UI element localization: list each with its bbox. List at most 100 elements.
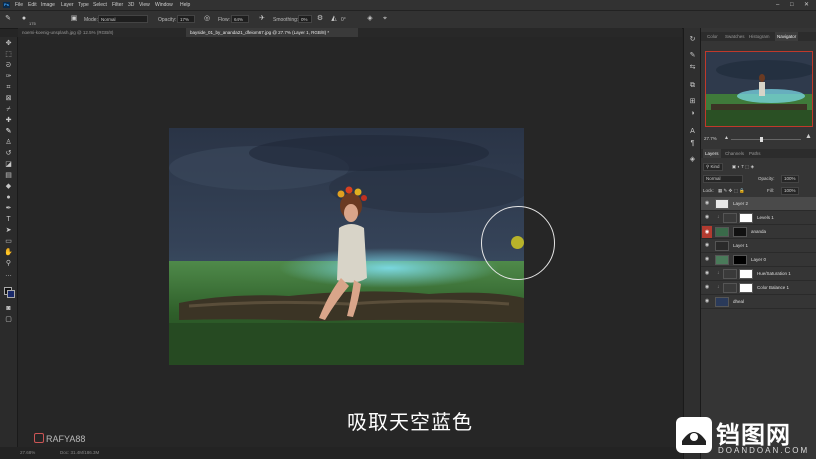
- tab-swatches[interactable]: Swatches: [723, 32, 747, 41]
- pressure-size-icon[interactable]: ◈: [366, 15, 374, 23]
- eye-icon[interactable]: ◉: [704, 214, 710, 220]
- history-icon[interactable]: ↻: [688, 36, 697, 44]
- menu-help[interactable]: Help: [180, 0, 190, 10]
- menu-view[interactable]: View: [139, 0, 150, 10]
- hand-tool-icon[interactable]: ✋: [4, 249, 13, 257]
- blur-tool-icon[interactable]: ◆: [4, 183, 13, 191]
- airbrush-icon[interactable]: ✈: [258, 15, 266, 23]
- menu-select[interactable]: Select: [93, 0, 107, 10]
- frame-tool-icon[interactable]: ⊠: [4, 95, 13, 103]
- eraser-tool-icon[interactable]: ◪: [4, 161, 13, 169]
- type-tool-icon[interactable]: T: [4, 216, 13, 224]
- filter-icons[interactable]: ▣ ◐ T ⬚ ◈: [732, 164, 754, 169]
- brush-settings-icon[interactable]: ▣: [70, 15, 78, 23]
- flow-input[interactable]: 64%: [231, 15, 249, 23]
- eye-icon[interactable]: ◉: [704, 298, 710, 304]
- tab-document-2[interactable]: bayside_01_by_ananda21_dfeiom67.jpg @ 27…: [186, 28, 358, 37]
- layer-kind-filter[interactable]: ⚲ Kind: [703, 163, 723, 171]
- healing-tool-icon[interactable]: ✚: [4, 117, 13, 125]
- crop-tool-icon[interactable]: ⌗: [4, 84, 13, 92]
- watermark-text: RAFYA88: [46, 434, 86, 444]
- smoothing-input[interactable]: 0%: [298, 15, 312, 23]
- mode-select[interactable]: Normal: [98, 15, 148, 23]
- eyedropper-tool-icon[interactable]: ⌿: [4, 106, 13, 114]
- smoothing-settings-icon[interactable]: ⚙: [316, 15, 324, 23]
- opacity-input[interactable]: 17%: [177, 15, 195, 23]
- eye-icon[interactable]: ◉: [704, 256, 710, 262]
- gradient-tool-icon[interactable]: ▤: [4, 172, 13, 180]
- tab-channels[interactable]: Channels: [723, 149, 746, 158]
- brush-tool-icon[interactable]: ✎: [4, 128, 13, 136]
- quick-select-tool-icon[interactable]: ✑: [4, 73, 13, 81]
- brush-panel-icon[interactable]: ✎: [688, 52, 697, 60]
- paragraph-icon[interactable]: ¶: [688, 140, 697, 148]
- clone-source-icon[interactable]: ⧉: [688, 82, 697, 90]
- dodge-tool-icon[interactable]: ●: [4, 194, 13, 202]
- layer-row[interactable]: ◉ ↓ Hue/Saturation 1: [701, 267, 816, 281]
- fill-input[interactable]: 100%: [781, 187, 799, 195]
- adjustments-icon[interactable]: ◑: [688, 110, 697, 118]
- eye-icon[interactable]: ◉: [704, 242, 710, 248]
- character-icon[interactable]: A: [688, 128, 697, 136]
- more-tools-icon[interactable]: …: [4, 271, 13, 279]
- lock-icons[interactable]: ▦ ✎ ✥ ⬚ 🔒: [718, 188, 745, 193]
- layer-row[interactable]: ◉ Layer 2: [701, 197, 816, 211]
- pressure-opacity-icon[interactable]: ◎: [203, 15, 211, 23]
- move-tool-icon[interactable]: ✥: [4, 40, 13, 48]
- layer-row[interactable]: ◉ ananda: [701, 225, 816, 239]
- eye-icon[interactable]: ◉: [704, 284, 710, 290]
- layer-row[interactable]: ◉ ↓ Levels 1: [701, 211, 816, 225]
- properties-icon[interactable]: ⊞: [688, 98, 697, 106]
- navigator-zoom-value[interactable]: 27.7%: [704, 136, 717, 141]
- pen-tool-icon[interactable]: ✒: [4, 205, 13, 213]
- eye-icon[interactable]: ◉: [704, 270, 710, 276]
- tab-color[interactable]: Color: [705, 32, 720, 41]
- navigator-zoom-slider[interactable]: [731, 139, 801, 140]
- layer-row[interactable]: ◉ Layer 1: [701, 239, 816, 253]
- eye-icon[interactable]: ◉: [704, 200, 710, 206]
- tab-navigator[interactable]: Navigator: [775, 32, 799, 41]
- menu-filter[interactable]: Filter: [112, 0, 123, 10]
- tab-paths[interactable]: Paths: [747, 149, 763, 158]
- layer-row[interactable]: ◉ dheal: [701, 295, 816, 309]
- zoom-out-icon[interactable]: ▴: [725, 134, 728, 141]
- color-swatches-icon[interactable]: [4, 287, 15, 298]
- tab-histogram[interactable]: Histogram: [747, 32, 772, 41]
- symmetry-icon[interactable]: ⌖: [381, 15, 389, 23]
- close-icon[interactable]: ✕: [804, 0, 809, 10]
- marquee-tool-icon[interactable]: ⬚: [4, 51, 13, 59]
- layer-row[interactable]: ◉ ↓ Color Balance 1: [701, 281, 816, 295]
- eye-icon[interactable]: ◉: [702, 226, 712, 238]
- menu-type[interactable]: Type: [78, 0, 89, 10]
- document-canvas-image[interactable]: [169, 128, 524, 365]
- maximize-icon[interactable]: □: [790, 0, 794, 10]
- path-select-tool-icon[interactable]: ➤: [4, 227, 13, 235]
- tab-document-1[interactable]: noemi-koenig-unsplash.jpg @ 12.5% (RGB/8…: [18, 28, 186, 37]
- layer-row[interactable]: ◉ Layer 0: [701, 253, 816, 267]
- navigator-zoom-knob[interactable]: [760, 137, 763, 142]
- lasso-tool-icon[interactable]: ᘐ: [4, 62, 13, 70]
- shape-tool-icon[interactable]: ▭: [4, 238, 13, 246]
- layer-blend-mode[interactable]: Normal: [703, 175, 743, 183]
- brush-tool-icon[interactable]: ✎: [4, 15, 12, 23]
- zoom-in-icon[interactable]: ▲: [805, 133, 812, 140]
- navigator-thumbnail[interactable]: [705, 51, 813, 127]
- screen-mode-icon[interactable]: ▢: [4, 316, 13, 324]
- menu-layer[interactable]: Layer: [61, 0, 74, 10]
- menu-file[interactable]: File: [15, 0, 23, 10]
- brush-preset-icon[interactable]: ●: [20, 15, 28, 23]
- brush-settings-panel-icon[interactable]: ⇆: [688, 64, 697, 72]
- quick-mask-icon[interactable]: ◙: [4, 305, 13, 313]
- glyphs-icon[interactable]: ◈: [688, 156, 697, 164]
- tab-layers[interactable]: Layers: [703, 149, 721, 158]
- stamp-tool-icon[interactable]: ♙: [4, 139, 13, 147]
- menu-window[interactable]: Window: [155, 0, 173, 10]
- menu-image[interactable]: Image: [41, 0, 55, 10]
- angle-icon[interactable]: ◭: [330, 15, 338, 23]
- menu-edit[interactable]: Edit: [28, 0, 37, 10]
- minimize-icon[interactable]: –: [776, 0, 779, 10]
- history-brush-icon[interactable]: ↺: [4, 150, 13, 158]
- zoom-tool-icon[interactable]: ⚲: [4, 260, 13, 268]
- menu-3d[interactable]: 3D: [128, 0, 134, 10]
- layer-opacity-input[interactable]: 100%: [781, 175, 799, 183]
